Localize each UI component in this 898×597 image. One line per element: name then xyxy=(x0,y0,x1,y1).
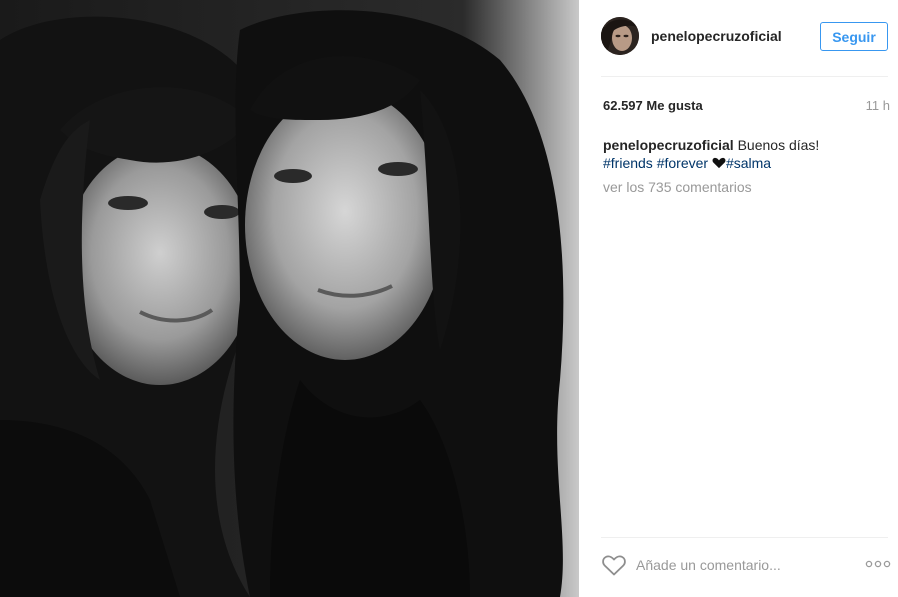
comment-input[interactable] xyxy=(636,554,816,576)
footer-divider xyxy=(601,537,888,538)
view-all-comments-link[interactable]: ver los 735 comentarios xyxy=(603,179,752,195)
post-photo[interactable] xyxy=(0,0,579,597)
black-heart-emoji-icon xyxy=(712,157,726,169)
post-side-panel: penelopecruzoficial Seguir 62.597 Me gus… xyxy=(579,0,898,597)
avatar[interactable] xyxy=(601,17,639,55)
post-username[interactable]: penelopecruzoficial xyxy=(651,28,782,44)
post-timestamp[interactable]: 11 h xyxy=(866,98,890,113)
hashtag-forever[interactable]: #forever xyxy=(657,155,708,171)
more-options-icon[interactable] xyxy=(865,558,891,570)
post-header: penelopecruzoficial Seguir xyxy=(579,0,898,76)
hashtag-salma[interactable]: #salma xyxy=(726,155,771,171)
likes-count[interactable]: 62.597 Me gusta xyxy=(603,98,703,113)
hashtag-friends[interactable]: #friends xyxy=(603,155,653,171)
post-caption: penelopecruzoficial Buenos días! #friend… xyxy=(603,136,883,172)
heart-outline-icon[interactable] xyxy=(601,553,627,577)
caption-text: Buenos días! xyxy=(737,137,820,153)
caption-username[interactable]: penelopecruzoficial xyxy=(603,137,734,153)
header-divider xyxy=(601,76,888,77)
follow-button[interactable]: Seguir xyxy=(820,22,888,51)
